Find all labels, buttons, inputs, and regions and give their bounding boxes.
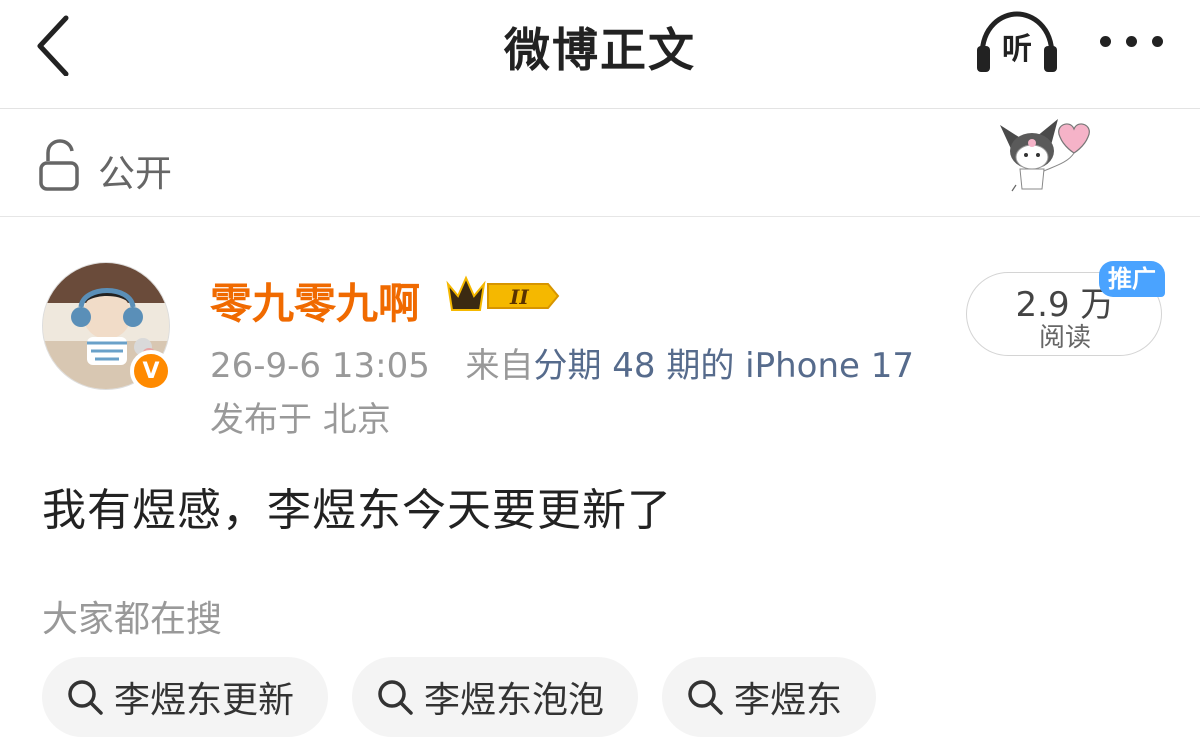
visibility-label: 公开 — [98, 152, 172, 195]
listen-button[interactable]: 听 — [972, 10, 1062, 76]
trending-chips: 李煜东更新 李煜东泡泡 李煜东 — [42, 657, 877, 737]
search-icon — [688, 680, 723, 715]
kuromi-balloon-sticker — [1000, 119, 1090, 192]
post-location: 发布于 北京 — [210, 400, 391, 440]
verified-badge: V — [130, 350, 172, 392]
source-prefix: 来自 — [465, 346, 534, 386]
post-timestamp: 26-9-6 13:05 — [210, 346, 430, 386]
trending-title: 大家都在搜 — [42, 599, 223, 640]
read-count-label: 阅读 — [1038, 323, 1091, 353]
crown-level-badge-icon[interactable]: II — [444, 272, 560, 318]
search-icon — [378, 680, 413, 715]
more-options-button[interactable] — [1092, 22, 1172, 62]
author-avatar[interactable]: V — [42, 262, 174, 394]
trending-chip-label: 李煜东泡泡 — [424, 680, 605, 721]
author-name[interactable]: 零九零九啊 — [210, 270, 420, 331]
unlock-icon — [39, 139, 79, 191]
search-icon — [68, 680, 103, 715]
trending-chip[interactable]: 李煜东 — [662, 657, 877, 737]
top-navbar: 微博正文 听 — [0, 0, 1200, 109]
post-text: 我有煜感，李煜东今天要更新了 — [42, 485, 672, 536]
promo-tag[interactable]: 推广 — [1099, 261, 1165, 297]
visibility-row[interactable]: 公开 — [0, 109, 1200, 217]
post-meta: 26-9-6 13:05 来自分期 48 期的 iPhone 17 — [210, 338, 914, 387]
level-badge-text: II — [509, 285, 529, 309]
source-device-link[interactable]: 分期 48 期的 iPhone 17 — [533, 346, 914, 386]
trending-chip[interactable]: 李煜东泡泡 — [352, 657, 639, 737]
trending-chip-label: 李煜东 — [734, 680, 843, 721]
trending-chip-label: 李煜东更新 — [114, 680, 295, 721]
listen-label: 听 — [1002, 32, 1032, 67]
trending-chip[interactable]: 李煜东更新 — [42, 657, 329, 737]
